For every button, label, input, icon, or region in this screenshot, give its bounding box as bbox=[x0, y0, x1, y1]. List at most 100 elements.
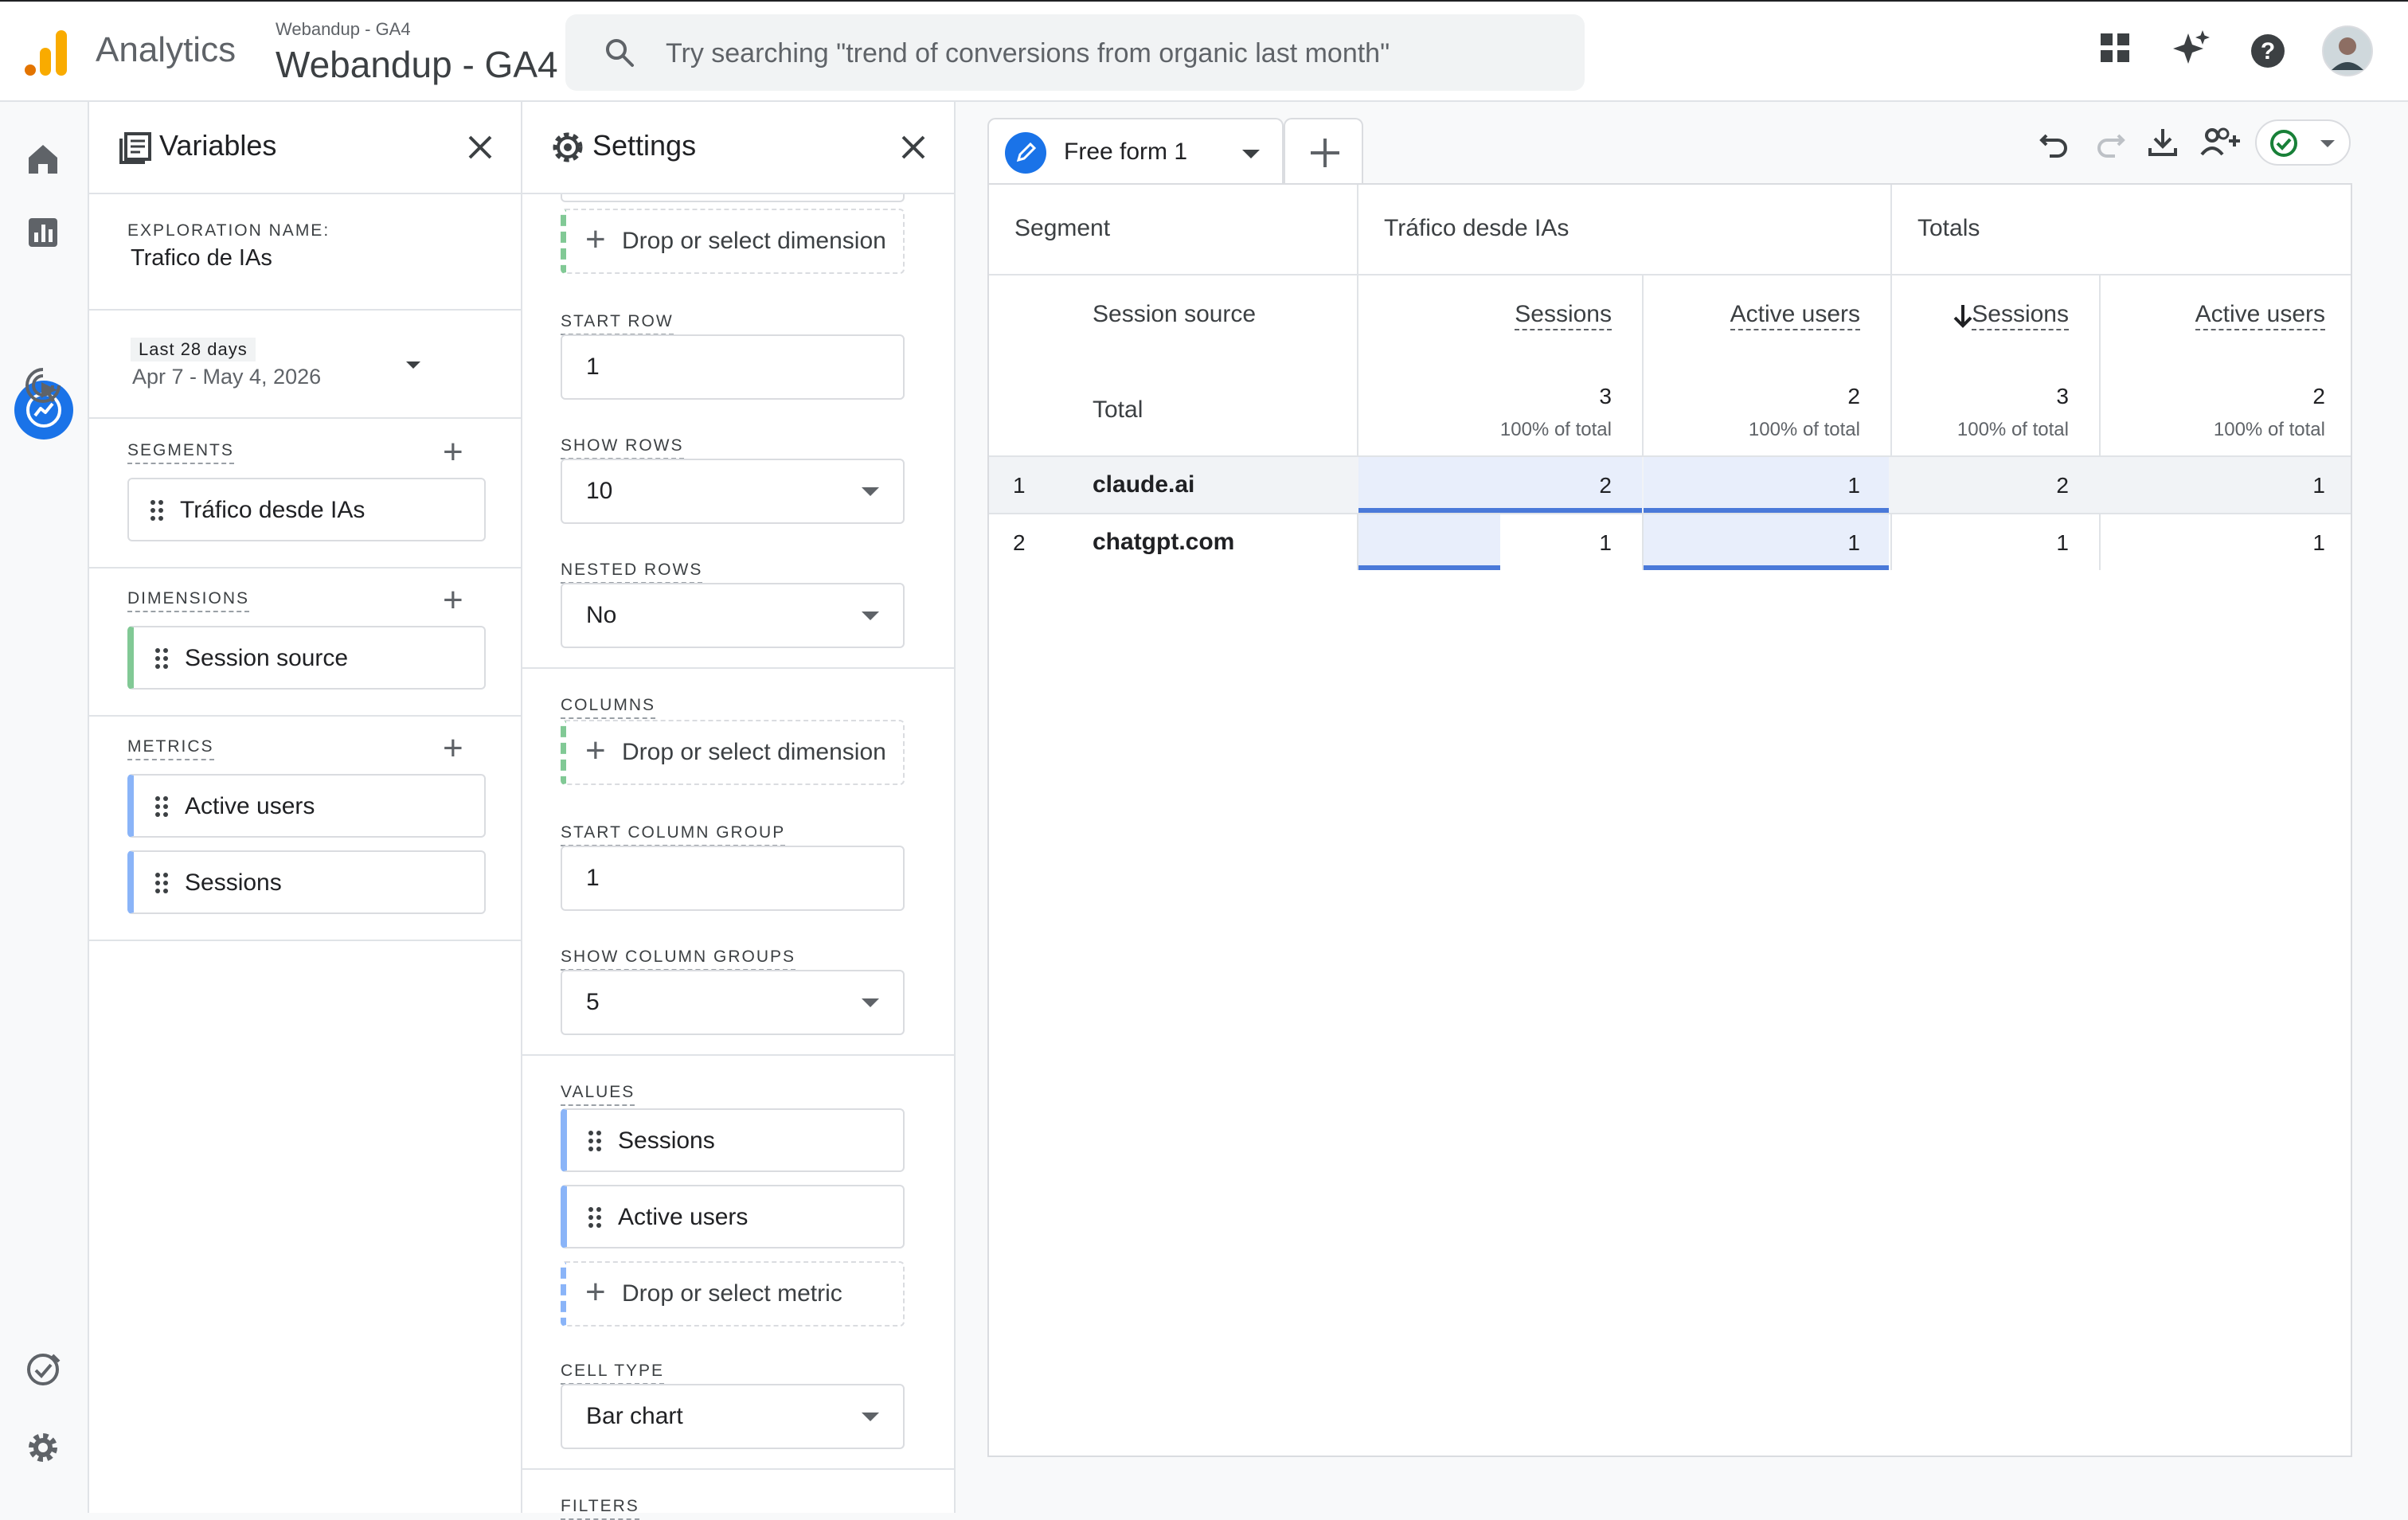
total-percent: 100% of total bbox=[2213, 419, 2325, 440]
dropdown-caret-icon bbox=[862, 998, 879, 1007]
bar-cell-baseline bbox=[1644, 565, 1889, 570]
close-icon[interactable] bbox=[900, 134, 927, 161]
gear-icon[interactable] bbox=[22, 1427, 64, 1468]
dropdown-caret-icon bbox=[862, 1413, 879, 1421]
analytics-logo-icon[interactable] bbox=[24, 29, 68, 76]
value-chip-active-users[interactable]: Active users bbox=[561, 1185, 905, 1248]
search-icon bbox=[604, 37, 635, 68]
search-placeholder[interactable]: Try searching "trend of conversions from… bbox=[666, 38, 1390, 69]
settings-panel: Settings + Drop or select dimension STAR… bbox=[522, 102, 956, 1520]
columns-drop-dimension[interactable]: + Drop or select dimension bbox=[561, 720, 905, 785]
metrics-label: METRICS bbox=[127, 737, 214, 760]
total-value: 3 bbox=[1599, 384, 1612, 408]
cell-value: 1 bbox=[1599, 530, 1612, 555]
row-index: 1 bbox=[1013, 473, 1026, 498]
start-row-value[interactable]: 1 bbox=[586, 354, 600, 381]
rows-drop-dimension[interactable]: + Drop or select dimension bbox=[561, 209, 905, 274]
cell-type-select[interactable]: Bar chart bbox=[561, 1384, 905, 1449]
undo-icon[interactable] bbox=[2037, 126, 2072, 161]
add-metric-button[interactable]: + bbox=[443, 731, 463, 766]
home-icon[interactable] bbox=[22, 139, 64, 180]
pencil-icon[interactable] bbox=[1005, 132, 1046, 174]
nested-rows-select[interactable]: No bbox=[561, 583, 905, 648]
metric-label: Active users bbox=[185, 793, 315, 819]
show-column-groups-label: SHOW COLUMN GROUPS bbox=[561, 948, 796, 971]
advertising-icon[interactable] bbox=[22, 365, 64, 406]
share-people-icon[interactable] bbox=[2199, 124, 2242, 159]
drag-handle-icon[interactable] bbox=[588, 1205, 602, 1229]
metric-chip-active-users[interactable]: Active users bbox=[127, 774, 486, 838]
metric-chip-sessions[interactable]: Sessions bbox=[127, 850, 486, 914]
dimension-header[interactable]: Session source bbox=[1093, 301, 1256, 328]
metric-header-label[interactable]: Sessions bbox=[1515, 301, 1612, 330]
value-label: Active users bbox=[618, 1204, 749, 1230]
help-icon[interactable]: ? bbox=[2250, 33, 2285, 68]
start-column-group-value[interactable]: 1 bbox=[586, 865, 600, 892]
total-percent: 100% of total bbox=[1748, 419, 1860, 440]
bar-cell-baseline bbox=[1644, 508, 1889, 513]
start-column-group-label: START COLUMN GROUP bbox=[561, 823, 786, 846]
cell-value: 2 bbox=[1599, 473, 1612, 498]
date-range[interactable]: Apr 7 - May 4, 2026 bbox=[132, 365, 321, 389]
drag-handle-icon[interactable] bbox=[154, 647, 169, 670]
dropdown-caret-icon bbox=[862, 487, 879, 496]
sparkle-icon[interactable] bbox=[2171, 29, 2211, 68]
nested-rows-label: NESTED ROWS bbox=[561, 561, 703, 584]
tab-free-form-1[interactable]: Free form 1 bbox=[987, 118, 1284, 185]
totals-column-header: Totals bbox=[1917, 215, 1980, 241]
cell-value: 1 bbox=[2056, 530, 2069, 555]
cell-value: 2 bbox=[2056, 473, 2069, 498]
dropdown-caret-icon bbox=[862, 612, 879, 620]
download-icon[interactable] bbox=[2145, 124, 2180, 159]
drag-handle-icon[interactable] bbox=[150, 498, 164, 522]
dimension-chip[interactable]: Session source bbox=[127, 626, 486, 690]
free-form-table: Segment Tráfico desde IAs Totals Session… bbox=[987, 183, 2352, 1457]
value-label: Sessions bbox=[618, 1127, 715, 1154]
segment-chip[interactable]: Tráfico desde IAs bbox=[127, 478, 486, 541]
drag-handle-icon[interactable] bbox=[154, 795, 169, 819]
drag-handle-icon[interactable] bbox=[154, 871, 169, 895]
settings-gear-icon bbox=[549, 129, 586, 166]
values-drop-metric[interactable]: + Drop or select metric bbox=[561, 1261, 905, 1327]
drag-handle-icon[interactable] bbox=[588, 1129, 602, 1153]
metric-header-label[interactable]: Sessions bbox=[1972, 301, 2069, 330]
plus-icon: + bbox=[585, 1272, 606, 1311]
segment-label: Tráfico desde IAs bbox=[180, 497, 366, 523]
account-name-small[interactable]: Webandup - GA4 bbox=[276, 19, 411, 40]
close-icon[interactable] bbox=[467, 134, 494, 161]
tab-label[interactable]: Free form 1 bbox=[1064, 139, 1187, 166]
redo-icon[interactable] bbox=[2093, 126, 2128, 161]
date-dropdown-caret-icon[interactable] bbox=[406, 361, 420, 369]
search-bar[interactable]: Try searching "trend of conversions from… bbox=[565, 14, 1585, 91]
show-rows-select[interactable]: 10 bbox=[561, 459, 905, 524]
exploration-name[interactable]: Trafico de IAs bbox=[131, 245, 272, 272]
metric-header-total-sessions: Sessions bbox=[1972, 301, 2069, 330]
add-segment-button[interactable]: + bbox=[443, 435, 463, 470]
variables-title: Variables bbox=[159, 129, 277, 162]
property-selector[interactable]: Webandup - GA4 bbox=[276, 43, 558, 86]
admin-checklist-icon[interactable] bbox=[22, 1349, 64, 1390]
value-chip-sessions[interactable]: Sessions bbox=[561, 1108, 905, 1172]
tab-menu-caret-icon[interactable] bbox=[1242, 150, 1260, 158]
apps-grid-icon[interactable] bbox=[2099, 32, 2131, 64]
metric-header-label[interactable]: Active users bbox=[2195, 301, 2325, 330]
metric-label: Sessions bbox=[185, 869, 282, 896]
start-column-group-input[interactable]: 1 bbox=[561, 846, 905, 911]
left-nav bbox=[0, 102, 89, 1513]
reports-icon[interactable] bbox=[22, 212, 64, 253]
drop-dimension-label: Drop or select dimension bbox=[622, 228, 886, 254]
start-row-input[interactable]: 1 bbox=[561, 334, 905, 400]
segment-column-header[interactable]: Tráfico desde IAs bbox=[1384, 215, 1569, 242]
total-percent: 100% of total bbox=[1499, 419, 1612, 440]
drop-dimension-label: Drop or select dimension bbox=[622, 739, 886, 765]
avatar[interactable] bbox=[2322, 25, 2373, 76]
row-source[interactable]: chatgpt.com bbox=[1093, 529, 1234, 556]
date-range-badge[interactable]: Last 28 days bbox=[131, 338, 256, 361]
add-tab-button[interactable] bbox=[1284, 118, 1363, 185]
sampling-status-button[interactable] bbox=[2255, 119, 2351, 166]
dimensions-label: DIMENSIONS bbox=[127, 589, 250, 612]
metric-header-label[interactable]: Active users bbox=[1730, 301, 1860, 330]
add-dimension-button[interactable]: + bbox=[443, 583, 463, 618]
row-source[interactable]: claude.ai bbox=[1093, 471, 1194, 498]
show-column-groups-select[interactable]: 5 bbox=[561, 970, 905, 1035]
